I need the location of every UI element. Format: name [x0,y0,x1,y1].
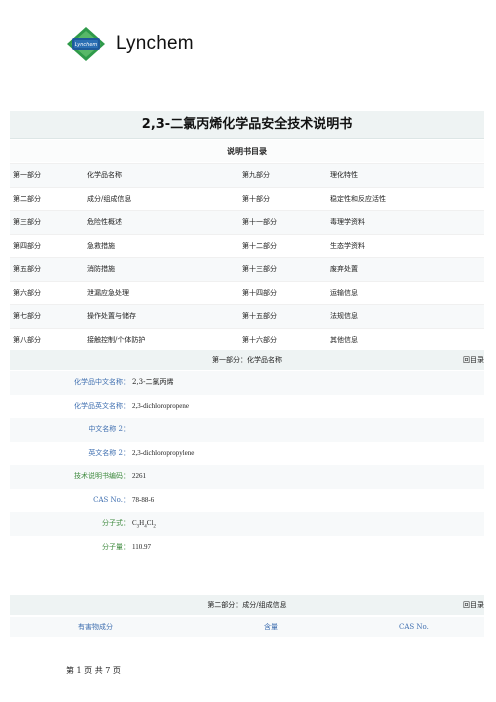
toc-part-number: 第五部分 [13,265,41,273]
toc-link-8[interactable]: 接触控制/个体防护 [87,329,145,352]
info-row: 技术说明书编码： 2261 [10,465,484,489]
toc-part-number: 第四部分 [13,241,41,250]
field-value: 2,3-dichloropropylene [132,448,195,457]
toc-part-number: 第十部分 [242,194,270,203]
toc-part-number: 第一部分 [13,171,41,179]
toc-row: 第六部分 泄漏应急处理 第十四部分 运输信息 [10,280,484,305]
info-row: CAS No.： 78-88-6 [10,489,484,513]
info-row: 中文名称 2： [10,418,484,442]
toc-link-12[interactable]: 生态学资料 [330,235,365,258]
field-label: 分子量： [102,542,130,551]
field-label: 英文名称 2： [88,448,130,457]
brand-name: Lynchem [116,33,194,54]
toc-row: 第一部分 化学品名称 第九部分 理化特性 [10,163,484,187]
toc-part-number: 第九部分 [242,171,270,179]
field-value: 78-88-6 [132,495,155,504]
toc-link-7[interactable]: 操作处置与储存 [87,305,136,328]
section-2-title: 第二部分：成分/组成信息 [207,601,287,609]
toc-part-number: 第六部分 [13,288,41,297]
toc-link-15[interactable]: 法规信息 [330,305,358,328]
info-row: 英文名称 2： 2,3-dichloropropylene [10,442,484,466]
toc-part-number: 第七部分 [13,312,41,320]
toc-link-2[interactable]: 成分/组成信息 [87,188,131,211]
toc-part-number: 第十一部分 [242,218,277,226]
toc-link-3[interactable]: 危险性概述 [87,211,122,234]
toc-link-6[interactable]: 泄漏应急处理 [87,282,129,305]
toc-row: 第二部分 成分/组成信息 第十部分 稳定性和反应活性 [10,186,484,211]
toc-part-number: 第三部分 [13,218,41,226]
document-title: 2,3-二氯丙烯化学品安全技术说明书 [10,111,484,139]
toc-table: 第一部分 化学品名称 第九部分 理化特性 第二部分 成分/组成信息 第十部分 稳… [10,163,484,351]
toc-row: 第四部分 急救措施 第十二部分 生态学资料 [10,233,484,258]
field-value: 2261 [132,472,146,480]
section-1-header: 第一部分：化学品名称 回目录 [10,350,484,370]
info-row: 化学品英文名称： 2,3-dichloropropene [10,395,484,419]
toc-link-4[interactable]: 急救措施 [87,235,115,258]
toc-link-11[interactable]: 毒理学资料 [330,211,365,234]
section-1-title: 第一部分：化学品名称 [212,356,282,364]
column-header: 含量 [264,623,278,631]
toc-link-10[interactable]: 稳定性和反应活性 [330,188,386,211]
toc-link-9[interactable]: 理化特性 [330,164,358,187]
toc-link-13[interactable]: 废弃处置 [330,258,358,281]
toc-row: 第七部分 操作处置与储存 第十五部分 法规信息 [10,304,484,328]
back-to-toc-link[interactable]: 回目录 [463,595,484,615]
toc-link-16[interactable]: 其他信息 [330,329,358,352]
page-footer: 第 1 页 共 7 页 [66,666,121,675]
toc-part-number: 第十六部分 [242,335,277,344]
toc-part-number: 第八部分 [13,335,41,344]
brand-logo: Lynchem Lynchem [66,26,194,62]
toc-part-number: 第十四部分 [242,288,277,297]
info-row: 化学品中文名称： 2,3-二氯丙烯 [10,371,484,395]
column-header: 有害物成分 [78,623,113,631]
field-value: 2,3-dichloropropene [132,401,189,410]
toc-link-5[interactable]: 消防措施 [87,258,115,281]
field-label: 化学品英文名称： [74,401,130,410]
info-row: 分子量： 110.97 [10,536,484,560]
toc-part-number: 第十二部分 [242,241,277,250]
toc-header: 说明书目录 [10,140,484,162]
lynchem-logo-icon: Lynchem [66,26,106,62]
field-value: 110.97 [132,542,151,551]
toc-part-number: 第十三部分 [242,265,277,273]
chemical-info-table: 化学品中文名称： 2,3-二氯丙烯 化学品英文名称： 2,3-dichlorop… [10,371,484,559]
toc-row: 第三部分 危险性概述 第十一部分 毒理学资料 [10,210,484,234]
field-label: 分子式： [102,519,130,527]
field-label: CAS No.： [93,495,130,504]
toc-link-14[interactable]: 运输信息 [330,282,358,305]
section-2-header: 第二部分：成分/组成信息 回目录 [10,595,484,615]
field-label: 化学品中文名称： [74,378,130,386]
info-row: 分子式： C3H4Cl2 [10,512,484,536]
column-header: CAS No. [399,623,429,631]
toc-part-number: 第二部分 [13,194,41,203]
back-to-toc-link[interactable]: 回目录 [463,350,484,370]
toc-row: 第五部分 消防措施 第十三部分 废弃处置 [10,257,484,281]
field-label: 中文名称 2： [88,425,130,433]
svg-text:Lynchem: Lynchem [75,42,98,48]
composition-table-header: 有害物成分 含量 CAS No. [10,617,484,637]
field-label: 技术说明书编码： [74,472,130,480]
toc-row: 第八部分 接触控制/个体防护 第十六部分 其他信息 [10,327,484,352]
toc-link-1[interactable]: 化学品名称 [87,164,122,187]
toc-part-number: 第十五部分 [242,312,277,320]
field-value: 2,3-二氯丙烯 [132,378,174,386]
